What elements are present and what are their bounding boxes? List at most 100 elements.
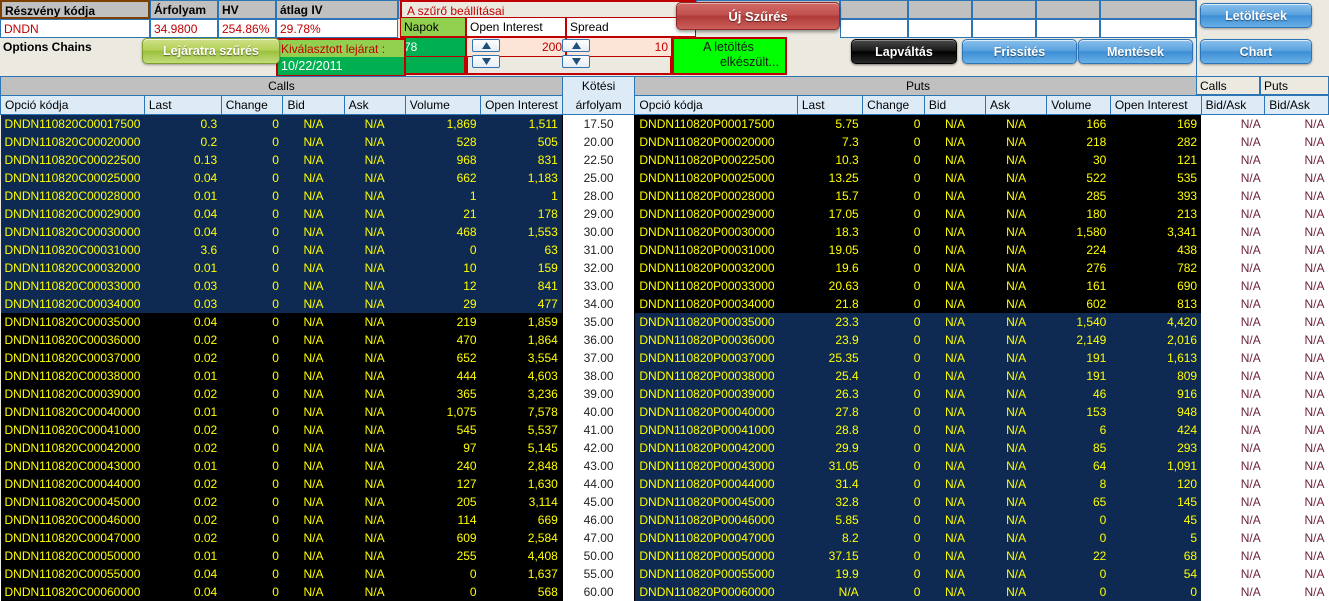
call-ask: N/A	[344, 295, 405, 313]
strike-price: 44.00	[562, 475, 635, 493]
table-row[interactable]: DNDN110820C000330000.030N/AN/A1284133.00…	[1, 277, 1329, 295]
put-bid-ask: N/A	[1265, 115, 1329, 134]
table-row[interactable]: DNDN110820C000280000.010N/AN/A1128.00DND…	[1, 187, 1329, 205]
put-bid-ask: N/A	[1265, 457, 1329, 475]
table-row[interactable]: DNDN110820C000370000.020N/AN/A6523,55437…	[1, 349, 1329, 367]
table-row[interactable]: DNDN110820C000200000.20N/AN/A52850520.00…	[1, 133, 1329, 151]
put-change: 0	[863, 565, 925, 583]
table-row[interactable]: DNDN110820C000440000.020N/AN/A1271,63044…	[1, 475, 1329, 493]
strike-price: 40.00	[562, 403, 635, 421]
page-change-button[interactable]: Lapváltás	[851, 39, 957, 64]
call-ask: N/A	[344, 547, 405, 565]
call-volume: 114	[405, 511, 480, 529]
call-ask: N/A	[344, 187, 405, 205]
downloads-button[interactable]: Letöltések	[1200, 3, 1312, 28]
table-row[interactable]: DNDN110820C000380000.010N/AN/A4444,60338…	[1, 367, 1329, 385]
call-open-interest: 3,114	[481, 493, 563, 511]
filter-expiry-button[interactable]: Lejáratra szűrés	[142, 38, 280, 64]
calls-col-code: Opció kódja	[1, 96, 145, 115]
table-row[interactable]: DNDN110820C000500000.010N/AN/A2554,40850…	[1, 547, 1329, 565]
table-row[interactable]: DNDN110820C000460000.020N/AN/A11466946.0…	[1, 511, 1329, 529]
table-row[interactable]: DNDN110820C000320000.010N/AN/A1015932.00…	[1, 259, 1329, 277]
call-bid: N/A	[283, 529, 344, 547]
call-last: 0.02	[144, 493, 221, 511]
option-chain-body: DNDN110820C000175000.30N/AN/A1,8691,5111…	[1, 115, 1329, 601]
call-change: 0	[221, 385, 283, 403]
call-ask: N/A	[344, 421, 405, 439]
table-row[interactable]: DNDN110820C000600000.040N/AN/A056860.00D…	[1, 583, 1329, 601]
strike-header-bottom: árfolyam	[562, 96, 635, 115]
saves-button[interactable]: Mentések	[1078, 39, 1193, 64]
put-ask: N/A	[986, 547, 1047, 565]
table-row[interactable]: DNDN110820C000360000.020N/AN/A4701,86436…	[1, 331, 1329, 349]
call-bid-ask: N/A	[1201, 295, 1265, 313]
strike-price: 50.00	[562, 547, 635, 565]
grid-cell-blank-6	[1036, 0, 1100, 19]
puts-bidask-col: Bid/Ask	[1265, 96, 1329, 115]
put-option-code: DNDN110820P00046000	[635, 511, 798, 529]
open-interest-spinner-down[interactable]	[472, 55, 500, 68]
new-filter-button[interactable]: Új Szűrés	[676, 2, 840, 30]
chart-button[interactable]: Chart	[1200, 39, 1312, 64]
table-row[interactable]: DNDN110820C000430000.010N/AN/A2402,84843…	[1, 457, 1329, 475]
call-open-interest: 5,145	[481, 439, 563, 457]
table-row[interactable]: DNDN110820C000450000.020N/AN/A2053,11445…	[1, 493, 1329, 511]
table-row[interactable]: DNDN110820C000250000.040N/AN/A6621,18325…	[1, 169, 1329, 187]
put-change: 0	[863, 475, 925, 493]
call-open-interest: 7,578	[481, 403, 563, 421]
put-open-interest: 5	[1110, 529, 1201, 547]
table-row[interactable]: DNDN110820C000290000.040N/AN/A2117829.00…	[1, 205, 1329, 223]
call-bid-ask: N/A	[1201, 475, 1265, 493]
days-value[interactable]: 78	[400, 37, 466, 57]
stock-code-header[interactable]: Részvény kódja	[0, 0, 150, 19]
put-bid: N/A	[924, 457, 985, 475]
table-row[interactable]: DNDN110820C000340000.030N/AN/A2947734.00…	[1, 295, 1329, 313]
put-open-interest: 1,613	[1110, 349, 1201, 367]
table-row[interactable]: DNDN110820C000350000.040N/AN/A2191,85935…	[1, 313, 1329, 331]
put-volume: 2,149	[1047, 331, 1111, 349]
call-bid-ask: N/A	[1201, 511, 1265, 529]
strike-price: 33.00	[562, 277, 635, 295]
table-row[interactable]: DNDN110820C000550000.040N/AN/A01,63755.0…	[1, 565, 1329, 583]
options-chains-label: Options Chains	[0, 38, 150, 57]
selected-expiry-value[interactable]: 10/22/2011	[276, 57, 406, 77]
put-volume: 218	[1047, 133, 1111, 151]
put-bid-ask: N/A	[1265, 367, 1329, 385]
call-change: 0	[221, 295, 283, 313]
table-row[interactable]: DNDN110820C000175000.30N/AN/A1,8691,5111…	[1, 115, 1329, 134]
put-change: 0	[863, 511, 925, 529]
put-volume: 224	[1047, 241, 1111, 259]
table-row[interactable]: DNDN110820C000410000.020N/AN/A5455,53741…	[1, 421, 1329, 439]
put-last: 19.6	[797, 259, 862, 277]
strike-price: 20.00	[562, 133, 635, 151]
open-interest-spinner-up[interactable]	[472, 39, 500, 52]
option-chain-table: Calls Kötési Puts Opció kódja Last Chang…	[0, 76, 1329, 601]
table-row[interactable]: DNDN110820C000470000.020N/AN/A6092,58447…	[1, 529, 1329, 547]
spread-spinner-up[interactable]	[562, 39, 590, 52]
put-volume: 0	[1047, 583, 1111, 601]
call-volume: 528	[405, 133, 480, 151]
strike-price: 41.00	[562, 421, 635, 439]
put-open-interest: 1,091	[1110, 457, 1201, 475]
call-ask: N/A	[344, 205, 405, 223]
table-row[interactable]: DNDN110820C000390000.020N/AN/A3653,23639…	[1, 385, 1329, 403]
put-last: 17.05	[797, 205, 862, 223]
call-option-code: DNDN110820C00044000	[1, 475, 145, 493]
table-row[interactable]: DNDN110820C000420000.020N/AN/A975,14542.…	[1, 439, 1329, 457]
spread-spinner-down[interactable]	[562, 55, 590, 68]
table-row[interactable]: DNDN110820C000225000.130N/AN/A96883122.5…	[1, 151, 1329, 169]
refresh-button[interactable]: Frissítés	[962, 39, 1077, 64]
table-row[interactable]: DNDN110820C000400000.010N/AN/A1,0757,578…	[1, 403, 1329, 421]
table-row[interactable]: DNDN110820C000300000.040N/AN/A4681,55330…	[1, 223, 1329, 241]
put-bid-ask: N/A	[1265, 493, 1329, 511]
call-option-code: DNDN110820C00043000	[1, 457, 145, 475]
call-bid: N/A	[283, 547, 344, 565]
call-volume: 0	[405, 565, 480, 583]
stock-code-value[interactable]: DNDN	[0, 19, 150, 38]
put-option-code: DNDN110820P00030000	[635, 223, 798, 241]
call-ask: N/A	[344, 169, 405, 187]
call-open-interest: 1,511	[481, 115, 563, 134]
puts-col-oi: Open Interest	[1110, 96, 1201, 115]
call-open-interest: 63	[481, 241, 563, 259]
table-row[interactable]: DNDN110820C000310003.60N/AN/A06331.00DND…	[1, 241, 1329, 259]
